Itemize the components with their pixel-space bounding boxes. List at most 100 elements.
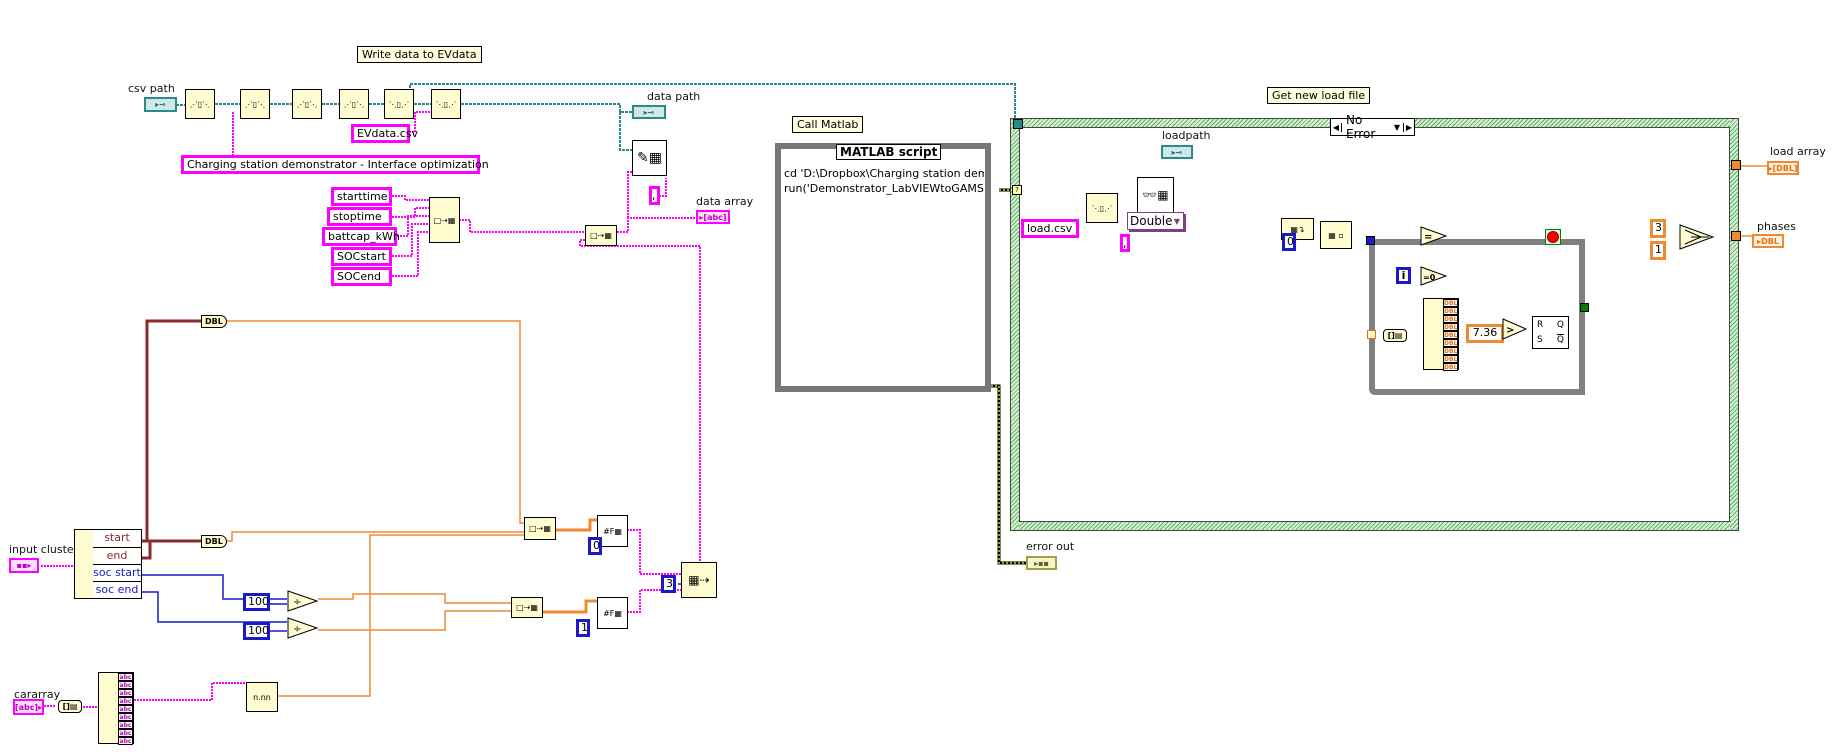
prev-case-icon[interactable]: ◀ — [1331, 122, 1342, 132]
cararray-control[interactable]: [abc]▸ — [13, 699, 44, 715]
load-csv-constant[interactable]: load.csv — [1021, 219, 1079, 238]
format-string-icon: #F▦ — [603, 526, 622, 536]
path-split-icon: ⋰▯⋱ — [244, 99, 266, 109]
delimiter-constant[interactable]: , — [649, 186, 660, 205]
array-to-cluster-node[interactable]: []▤ — [58, 700, 82, 713]
evdata-csv-constant[interactable]: EVdata.csv — [351, 124, 418, 143]
to-double-top[interactable]: DBL — [201, 315, 227, 328]
abc-cell: abc — [118, 705, 133, 713]
hundred-constant-1[interactable]: 100 — [243, 593, 270, 611]
field-start[interactable]: start — [93, 530, 141, 546]
build-array-data-node[interactable]: □⇢▦ — [585, 225, 617, 246]
dbl-cell: DBL — [1443, 323, 1458, 331]
select-node[interactable] — [1679, 224, 1715, 250]
chevron-down-icon[interactable]: ▼ — [1394, 123, 1403, 132]
data-path-indicator[interactable]: ▸⊸ — [632, 105, 666, 119]
array-to-spreadsheet-node-2[interactable]: #F▦ — [597, 597, 628, 629]
build-array-icon: □⇢▦ — [516, 603, 538, 612]
load-array-indicator[interactable]: ▸[DBL] — [1767, 161, 1799, 175]
three-constant-1[interactable]: 3 — [661, 575, 676, 593]
get-new-load-file-label: Get new load file — [1267, 87, 1371, 104]
q-bar-icon: Q — [1556, 335, 1564, 345]
matlab-script-code[interactable]: cd 'D:\Dropbox\Charging station dem run(… — [784, 166, 984, 196]
load-delimiter-constant[interactable]: , — [1120, 234, 1130, 252]
build-path-node-1[interactable]: ⋰▯⋱ — [185, 89, 215, 119]
field-soc-start[interactable]: soc start — [93, 564, 141, 581]
dbl-cell: DBL — [1443, 339, 1458, 347]
cluster-wires — [142, 319, 201, 560]
build-path-node-4[interactable]: ⋰▯⋱ — [339, 89, 369, 119]
index-array-cararray[interactable]: abc abc abc abc abc abc abc abc abc — [98, 672, 134, 745]
build-load-path-node[interactable]: ⋱▯⋰ — [1086, 193, 1118, 223]
field-soc-end[interactable]: soc end — [93, 581, 141, 598]
one-constant-2[interactable]: 1 — [1650, 241, 1666, 260]
csv-path-control[interactable]: ▸⊸ — [144, 97, 177, 112]
field-end[interactable]: end — [93, 547, 141, 564]
abc-cell: abc — [118, 681, 133, 689]
iteration-terminal: i — [1396, 267, 1411, 284]
index-array-size-node[interactable]: ▦ ▫ — [1320, 221, 1352, 249]
input-cluster-control[interactable]: ▪▪▸ — [9, 558, 39, 573]
header-text-constant[interactable]: Charging station demonstrator - Interfac… — [181, 155, 489, 174]
zero-constant-2[interactable]: 0 — [1282, 233, 1296, 251]
build-path-node-6[interactable]: ⋱▯⋰ — [431, 89, 461, 119]
type-selector[interactable]: Double ▼ — [1127, 212, 1184, 230]
build-path-node-3[interactable]: ⋰▯⋱ — [292, 89, 322, 119]
scan-string-icon: n.nn — [253, 692, 271, 702]
svg-text:=: = — [1424, 232, 1432, 243]
loadpath-indicator[interactable]: ▸⊸ — [1161, 145, 1193, 159]
unbundle-by-name[interactable]: start end soc start soc end — [74, 529, 142, 599]
data-array-indicator[interactable]: ▸[abc] — [696, 210, 730, 224]
threshold-constant[interactable]: 7.36 — [1466, 324, 1504, 343]
dbl-cell: DBL — [1443, 363, 1458, 371]
phases-indicator[interactable]: ▸DBL — [1752, 234, 1784, 248]
greater-than-node[interactable]: > — [1502, 318, 1528, 340]
zero-constant-1[interactable]: 0 — [588, 537, 602, 555]
battcap-constant[interactable]: battcap_kWh — [322, 227, 400, 246]
code-line: run('Demonstrator_LabVIEWtoGAMS') — [784, 182, 984, 195]
build-path-node-5[interactable]: ⋱▯⋰ — [384, 89, 414, 119]
stop-condition-terminal[interactable] — [1545, 229, 1561, 245]
read-spreadsheet-node[interactable]: 👓▦ — [1137, 177, 1174, 213]
error-cluster-icon: ▸▪▪ — [1034, 558, 1049, 568]
path-icon: ▸⊸ — [155, 100, 166, 109]
code-line: cd 'D:\Dropbox\Charging station dem — [784, 167, 984, 180]
array-to-cluster-node-2[interactable]: []▤ — [1383, 329, 1407, 342]
socend-constant[interactable]: SOCend — [331, 267, 392, 286]
q-icon: Q — [1556, 320, 1564, 330]
path-icon: ▸⊸ — [643, 107, 655, 117]
phases-tunnel — [1731, 231, 1741, 241]
abc-cell: abc — [118, 737, 133, 745]
call-matlab-label: Call Matlab — [792, 116, 864, 133]
build-path-node-2[interactable]: ⋰▯⋱ — [240, 89, 270, 119]
socstart-constant[interactable]: SOCstart — [331, 247, 392, 266]
three-constant-2[interactable]: 3 — [1650, 219, 1666, 238]
format-string-icon: #F▦ — [603, 608, 622, 618]
case-selector[interactable]: ◀ No Error ▼ ▶ — [1330, 113, 1415, 141]
array-cluster-icon: []▤ — [62, 702, 78, 711]
to-double-bottom[interactable]: DBL — [201, 535, 227, 548]
build-array-soc-node[interactable]: □⇢▦ — [511, 597, 543, 618]
index-array-loop[interactable]: DBL DBL DBL DBL DBL DBL DBL DBL DBL — [1423, 298, 1459, 371]
divide-nodes[interactable]: ÷ ÷ — [287, 589, 319, 639]
build-array-header-node[interactable]: □⇢▦ — [429, 197, 460, 243]
build-array-times-node[interactable]: □⇢▦ — [524, 517, 556, 540]
stoptime-constant[interactable]: stoptime — [327, 207, 392, 226]
rs-flipflop-node[interactable]: R S Q Q — [1532, 316, 1569, 349]
error-out-indicator[interactable]: ▸▪▪ — [1026, 556, 1057, 570]
dbl-cell: DBL — [1443, 347, 1458, 355]
compare-nodes[interactable]: = =0 — [1420, 226, 1450, 286]
write-spreadsheet-node[interactable]: ✎▦ — [632, 140, 667, 176]
insert-into-array-node[interactable]: ▦⇢ — [681, 562, 717, 598]
starttime-constant[interactable]: starttime — [331, 187, 392, 206]
scan-from-string-node[interactable]: n.nn — [246, 682, 278, 712]
hundred-constant-2[interactable]: 100 — [243, 622, 270, 640]
matlab-script-node[interactable]: MATLAB script cd 'D:\Dropbox\Charging st… — [775, 143, 991, 392]
dbl-cell: DBL — [1443, 315, 1458, 323]
abc-cell: abc — [118, 689, 133, 697]
next-case-icon[interactable]: ▶ — [1403, 122, 1414, 132]
build-array-icon: □⇢▦ — [529, 524, 551, 533]
one-constant-1[interactable]: 1 — [576, 619, 590, 637]
array-cluster-icon: []▤ — [1387, 331, 1403, 340]
stop-icon — [1547, 231, 1559, 243]
